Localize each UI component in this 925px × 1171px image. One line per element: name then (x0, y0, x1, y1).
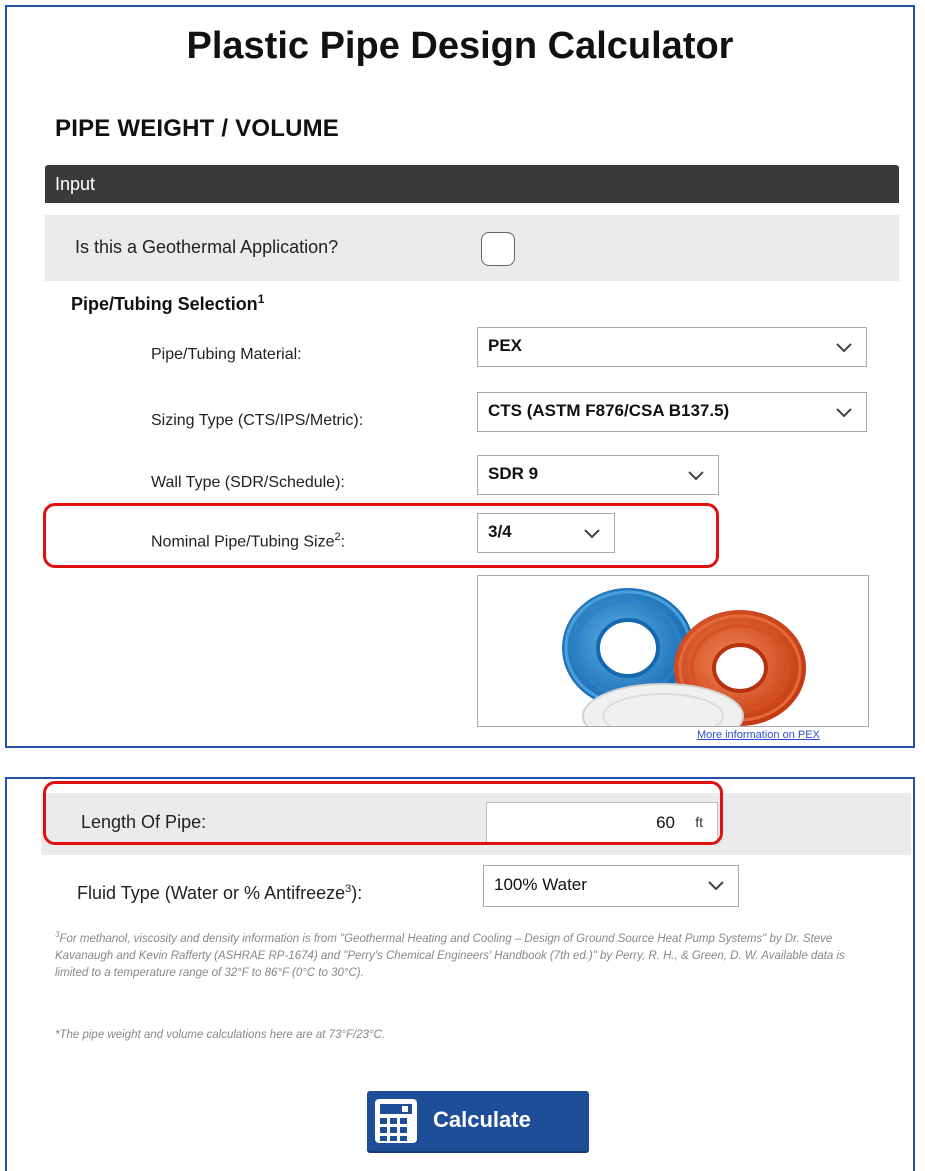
section-title: PIPE WEIGHT / VOLUME (55, 115, 340, 142)
wall-value: SDR 9 (488, 464, 539, 483)
nominal-size-highlight (43, 503, 719, 568)
wall-select[interactable]: SDR 9 (477, 455, 719, 495)
antifreeze-footnote-text: For methanol, viscosity and density info… (55, 932, 845, 979)
chevron-down-icon (708, 881, 724, 891)
geothermal-label: Is this a Geothermal Application? (75, 237, 339, 257)
calculator-panel-bottom: Length Of Pipe: 60 ft Fluid Type (Water … (5, 777, 915, 1171)
chevron-down-icon (688, 471, 704, 481)
pipe-selection-heading-text: Pipe/Tubing Selection (71, 294, 258, 314)
nominal-label: Nominal Pipe/Tubing Size2: (151, 531, 345, 551)
pipe-selection-heading: Pipe/Tubing Selection1 (71, 292, 264, 315)
fluid-value: 100% Water (494, 875, 587, 894)
wall-label: Wall Type (SDR/Schedule): (151, 474, 345, 491)
pex-pipe-image (477, 575, 869, 727)
temperature-note: *The pipe weight and volume calculations… (55, 1029, 386, 1041)
chevron-down-icon (836, 343, 852, 353)
sizing-label: Sizing Type (CTS/IPS/Metric): (151, 412, 364, 429)
chevron-down-icon (584, 529, 600, 539)
footnote-1-marker: 1 (257, 292, 265, 306)
calculate-button[interactable]: Calculate (367, 1091, 589, 1151)
nominal-label-colon: : (340, 533, 346, 551)
sizing-value: CTS (ASTM F876/CSA B137.5) (488, 401, 730, 420)
more-info-pex-link[interactable]: More information on PEX (697, 729, 820, 741)
calculate-label: Calculate (433, 1107, 531, 1132)
calculator-icon (375, 1099, 417, 1143)
fluid-type-select[interactable]: 100% Water (483, 865, 739, 907)
nominal-size-select[interactable]: 3/4 (477, 513, 615, 553)
material-select[interactable]: PEX (477, 327, 867, 367)
nominal-value: 3/4 (488, 522, 512, 541)
fluid-label-text: Fluid Type (Water or % Antifreeze (77, 883, 346, 903)
calculator-panel-top: Plastic Pipe Design Calculator PIPE WEIG… (5, 5, 915, 748)
geothermal-row: Is this a Geothermal Application? (45, 215, 899, 281)
geothermal-checkbox[interactable] (481, 232, 515, 266)
material-label: Pipe/Tubing Material: (151, 346, 302, 363)
pex-coils-illustration (562, 588, 806, 726)
material-value: PEX (488, 336, 523, 355)
nominal-label-text: Nominal Pipe/Tubing Size (151, 533, 335, 551)
fluid-label: Fluid Type (Water or % Antifreeze3): (77, 883, 362, 904)
antifreeze-footnote: 3For methanol, viscosity and density inf… (55, 926, 865, 982)
sizing-select[interactable]: CTS (ASTM F876/CSA B137.5) (477, 392, 867, 432)
input-header-bar: Input (45, 165, 899, 203)
page-title: Plastic Pipe Design Calculator (186, 25, 734, 67)
fluid-label-end: ): (351, 883, 363, 903)
chevron-down-icon (836, 408, 852, 418)
length-highlight (43, 781, 723, 845)
